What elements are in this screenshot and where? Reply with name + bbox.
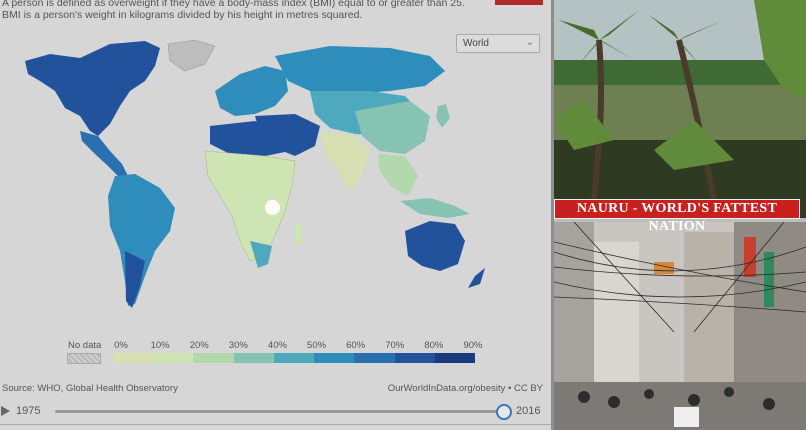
map-madagascar (295, 221, 303, 248)
map-south-asia (320, 131, 370, 191)
legend-tick-label: 90% (463, 340, 483, 351)
legend-swatch[interactable] (394, 353, 435, 363)
legend-tick-label: 20% (189, 340, 209, 351)
legend-swatch[interactable] (113, 353, 154, 363)
legend-tick-label: 10% (150, 340, 170, 351)
legend-tick-label: 80% (424, 340, 444, 351)
timeline: 1975 2016 (0, 400, 551, 422)
map-south-america (108, 174, 175, 306)
timeline-track[interactable] (55, 410, 503, 413)
map-new-zealand (468, 268, 485, 288)
map-japan (436, 104, 450, 128)
chart-tab-strip[interactable] (0, 424, 551, 430)
chevron-down-icon: ⌄ (525, 37, 534, 48)
credit-link[interactable]: OurWorldInData.org/obesity • CC BY (388, 383, 543, 394)
map-central-america (80, 131, 128, 178)
source-note: Source: WHO, Global Health Observatory (2, 383, 178, 394)
red-tab-marker (495, 0, 543, 5)
legend-swatch[interactable] (434, 353, 475, 363)
hover-marker[interactable] (265, 200, 280, 215)
chart-panel: A person is defined as overweight if the… (0, 0, 551, 430)
map-greenland (167, 39, 216, 72)
chart-description: A person is defined as overweight if the… (2, 0, 465, 21)
legend-tick-label: 40% (267, 340, 287, 351)
timeline-handle[interactable] (496, 404, 512, 420)
timeline-start-year: 1975 (16, 405, 41, 417)
map-australia (405, 221, 465, 271)
street-photo (554, 222, 806, 430)
legend-swatch[interactable] (153, 353, 194, 363)
photo-banner: NAURU - WORLD'S FATTEST NATION (554, 199, 800, 234)
legend-swatch[interactable] (273, 353, 315, 363)
no-data-label: No data (68, 340, 102, 351)
legend-swatch[interactable] (314, 353, 355, 363)
legend-swatch[interactable] (233, 353, 274, 363)
legend-swatch[interactable] (354, 353, 395, 363)
legend-swatch[interactable] (193, 353, 234, 363)
legend-tick-label: 50% (307, 340, 327, 351)
legend-tick-label: 60% (346, 340, 366, 351)
map-southeast-asia (378, 154, 418, 196)
color-legend: No data 0% 10% 20% 30% 40% 50% 60% 70% 80% 90% (65, 338, 485, 368)
timeline-end-year: 2016 (516, 405, 541, 417)
legend-tick-label: 0% (114, 340, 128, 351)
map-europe (215, 66, 288, 116)
map-north-america (25, 41, 160, 136)
tropical-photo (554, 0, 806, 218)
play-icon[interactable] (1, 406, 10, 416)
map-subsaharan-africa (204, 150, 296, 262)
no-data-swatch (67, 353, 101, 364)
legend-tick-label: 30% (228, 340, 248, 351)
legend-scale (113, 353, 475, 363)
world-map[interactable] (10, 36, 505, 316)
map-russia (275, 46, 445, 94)
map-indonesia (400, 198, 470, 218)
legend-tick-label: 70% (385, 340, 405, 351)
